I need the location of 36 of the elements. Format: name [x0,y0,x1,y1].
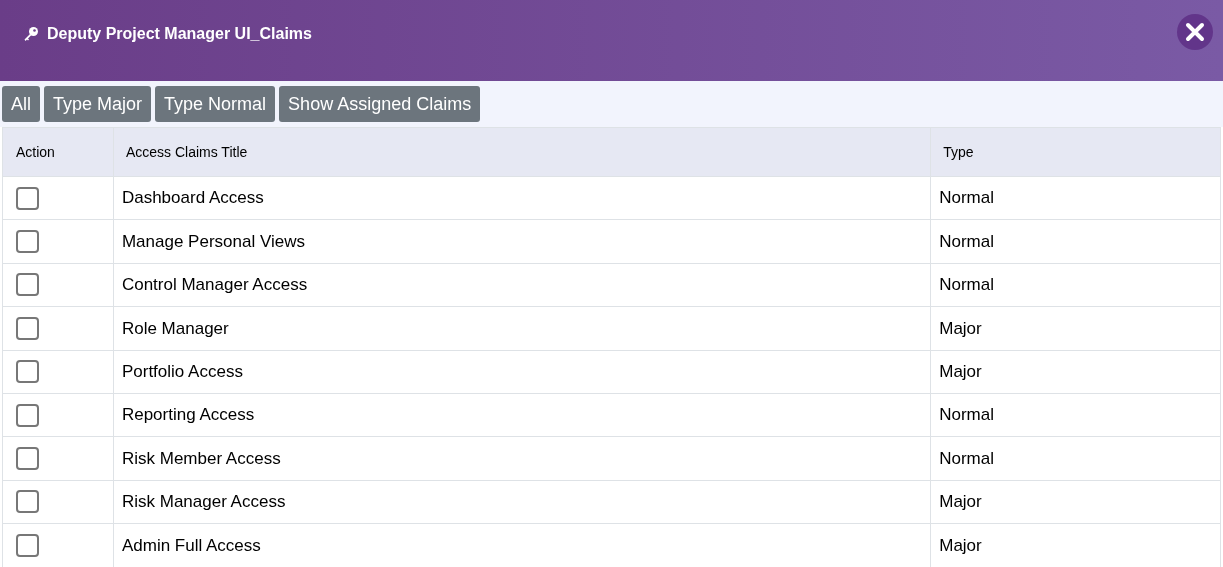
table-cell: Normal [930,176,1221,220]
table-cell: Normal [930,393,1221,437]
column-header: Type [943,143,974,160]
window-title: Deputy Project Manager UI_Claims [47,24,312,44]
table-cell: Role Manager [113,306,931,351]
table-cell: Major [930,306,1221,351]
table-cell: Dashboard Access [113,176,931,220]
filter-button[interactable]: Show Assigned Claims [279,86,481,122]
table-cell: Normal [930,219,1221,264]
key-icon [23,26,39,42]
table-cell: Normal [930,436,1221,481]
checkbox[interactable] [16,360,39,384]
table-cell: Normal [930,263,1221,307]
checkbox[interactable] [16,490,39,514]
checkbox[interactable] [16,230,39,254]
table-cell: Portfolio Access [113,350,931,394]
filter-button[interactable]: Type Normal [155,86,276,122]
filter-button[interactable]: All [2,86,40,122]
checkbox[interactable] [16,273,39,297]
column-header: Access Claims Title [125,143,248,160]
table-cell: Risk Member Access [113,436,931,481]
close-icon [1185,22,1205,42]
table-cell: Control Manager Access [113,263,931,307]
checkbox[interactable] [16,533,39,557]
table-cell: Reporting Access [113,393,931,437]
close-button[interactable] [1177,14,1213,50]
table-cell: Major [930,480,1221,524]
checkbox[interactable] [16,403,39,427]
table-cell: Major [930,350,1221,394]
checkbox[interactable] [16,447,39,471]
table-cell: Manage Personal Views [113,219,931,264]
filter-button[interactable]: Type Major [44,86,152,122]
checkbox[interactable] [16,186,39,210]
column-header: Action [16,143,55,160]
checkbox[interactable] [16,316,39,340]
table-cell: Risk Manager Access [113,480,931,524]
